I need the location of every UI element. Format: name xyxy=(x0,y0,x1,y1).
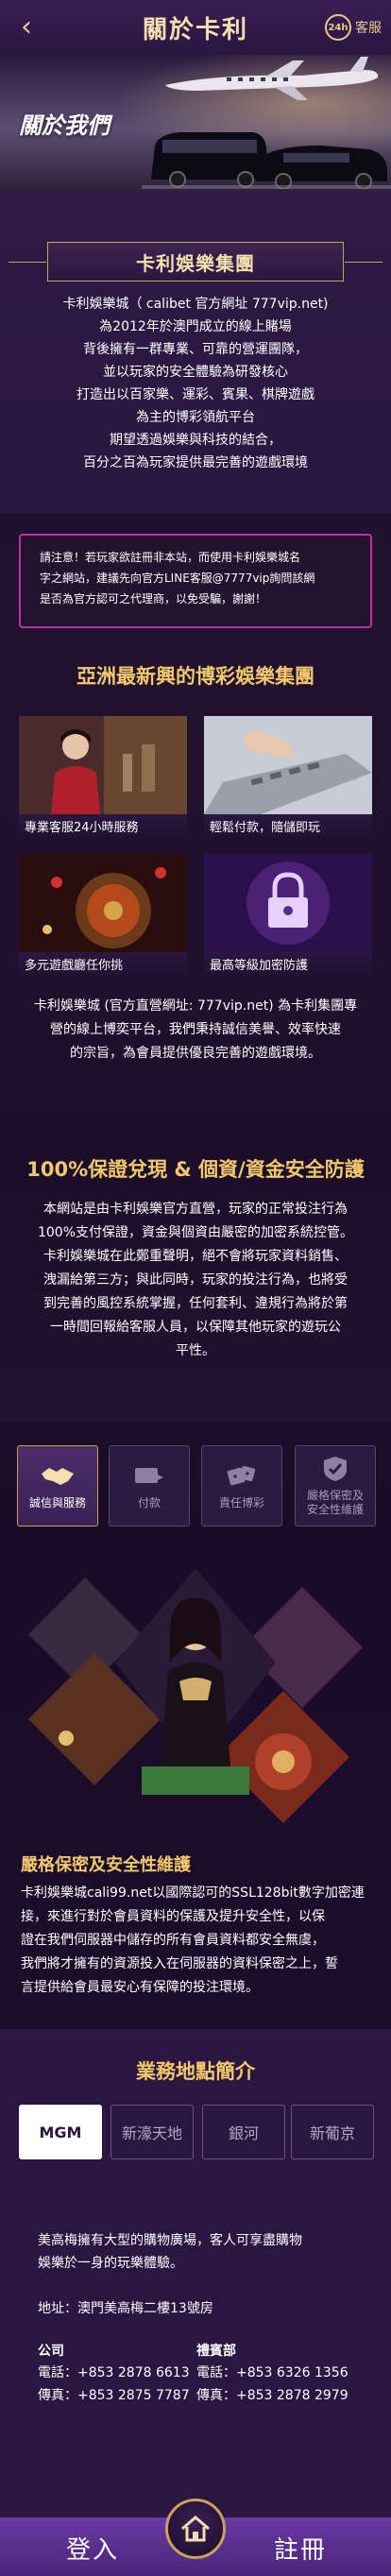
confidentiality-text: 卡利娛樂城cali99.net以國際認可的SSL128bit數字加密連 接，來進… xyxy=(21,1882,372,2000)
intro-line: 並以玩家的安全體驗為研發核心 xyxy=(103,365,288,380)
top-header: ‹ 關於卡利 24h 客服 xyxy=(0,0,391,55)
security-line: 平性。 xyxy=(176,1343,215,1358)
security-line: 洩漏給第三方；與此同時，玩家的投注行為，也將受 xyxy=(43,1272,348,1288)
confidentiality-line: 卡利娛樂城cali99.net以國際認可的SSL128bit數字加密連 xyxy=(21,1885,365,1901)
confidentiality-line: 證在我們伺服器中儲存的所有會員資料都安全無虞， xyxy=(21,1933,325,1948)
tab-label: 嚴格保密及 安全性維護 xyxy=(306,1489,364,1516)
feature-label: 最高等級加密防護 xyxy=(204,952,372,981)
location-tab-mgm[interactable]: MGM xyxy=(19,2105,102,2159)
casino-collage-image xyxy=(28,1568,363,1823)
24h-service-icon: 24h xyxy=(325,14,351,41)
asia-line: 的宗旨，為會員提供優良完善的遊戲環境。 xyxy=(70,1046,321,1061)
location-tab-grand-lisboa[interactable]: 新葡京 xyxy=(291,2105,374,2159)
security-line: 卡利娛樂城在此鄭重聲明，絕不會將玩家資料銷售、 xyxy=(43,1249,348,1264)
intro-line: 卡利娛樂城（ calibet 官方網址 777vip.net) xyxy=(62,297,329,312)
feature-card-encryption: 最高等級加密防護 xyxy=(204,854,372,981)
asia-description: 卡利娛樂城 (官方直營網址: 777vip.net) 為卡利集團專 營的線上博奕… xyxy=(26,995,365,1066)
tab-responsible-gaming[interactable]: 責任博彩 xyxy=(201,1445,282,1527)
security-line: 到完善的風控系統掌握，任何套利、違規行為將於第 xyxy=(43,1296,348,1311)
register-button[interactable]: 註冊 xyxy=(274,2531,327,2566)
notice-line: 請注意！若玩家欲註冊非本站，而使用卡利娛樂城名 xyxy=(40,551,301,564)
security-title: 100%保證兌現 & 個資/資金安全防護 xyxy=(26,1158,365,1181)
dice-icon xyxy=(224,1462,260,1491)
customer-service-button[interactable]: 24h 客服 xyxy=(325,14,382,41)
feature-label: 多元遊戲廳任你挑 xyxy=(19,952,187,981)
limousine-cars-image xyxy=(142,132,391,189)
notice-box: 請注意！若玩家欲註冊非本站，而使用卡利娛樂城名 字之網站，建議先向官方LINE客… xyxy=(19,534,372,628)
asia-line: 營的線上博奕平台，我們秉持誠信美譽、效率快速 xyxy=(50,1022,341,1037)
intro-line: 背後擁有一群專業、可靠的營運團隊， xyxy=(83,342,308,357)
notice-line: 字之網站，建議先向官方LINE客服@7777vip詢問該網 xyxy=(40,571,315,585)
notice-line: 是否為官方認可之代理商，以免受騙，謝謝！ xyxy=(40,592,267,606)
feature-label: 輕鬆付款，隨儲即玩 xyxy=(204,814,372,843)
contact-phone: 電話：+853 6326 1356 xyxy=(196,2365,348,2380)
login-button[interactable]: 登入 xyxy=(66,2531,119,2566)
locations-title: 業務地點簡介 xyxy=(136,2060,255,2083)
security-text: 本網站是由卡利娛樂官方直營，玩家的正常投注行為 100%支付保證，資金與個資由嚴… xyxy=(19,1198,372,1363)
asia-line: 卡利娛樂城 (官方直營網址: 777vip.net) 為卡利集團專 xyxy=(33,998,358,1014)
intro-line: 為主的博彩領航平台 xyxy=(136,410,255,425)
tab-integrity[interactable]: 誠信與服務 xyxy=(17,1445,98,1527)
hero-banner: 關於我們 xyxy=(0,55,391,192)
location-description: 美高梅擁有大型的購物廣場，客人可享盡購物 娛樂於一身的玩樂體驗。 xyxy=(38,2229,359,2275)
intro-line: 打造出以百家樂、運彩、賓果、棋牌遊戲 xyxy=(76,387,314,402)
tab-label: 付款 xyxy=(137,1495,161,1510)
page: ‹ 關於卡利 24h 客服 關於我們 卡利娛樂集團 卡利娛樂城（ calibet… xyxy=(0,0,391,2576)
tab-label: 誠信與服務 xyxy=(28,1495,86,1510)
intro-text: 卡利娛樂城（ calibet 官方網址 777vip.net) 為2012年於澳… xyxy=(38,293,353,474)
location-tab-city-of-dreams[interactable]: 新濠天地 xyxy=(110,2105,194,2159)
tab-payment[interactable]: 付款 xyxy=(109,1445,190,1527)
payment-icon xyxy=(131,1462,167,1491)
security-line: 本網站是由卡利娛樂官方直營，玩家的正常投注行為 xyxy=(43,1202,348,1217)
intro-line: 期望透過娛樂與科技的結合， xyxy=(110,433,281,448)
confidentiality-line: 言提供給會員最安心有保障的投注環境。 xyxy=(21,1980,259,1995)
service-label: 客服 xyxy=(355,21,382,36)
location-tab-galaxy[interactable]: 銀河 xyxy=(202,2105,285,2159)
hero-title: 關於我們 xyxy=(19,112,110,139)
private-jet-image xyxy=(165,57,379,100)
confidentiality-line: 我們將才擁有的資源投入在伺服器的資料保密之上，誓 xyxy=(21,1956,338,1971)
locations-section xyxy=(0,2029,391,2520)
contact-fax: 傳真：+853 2878 2979 xyxy=(196,2388,348,2403)
intro-line: 為2012年於澳門成立的線上賭場 xyxy=(99,319,292,334)
confidentiality-line: 接，來進行對於會員資料的保護及提升安全性，以保 xyxy=(21,1909,325,1924)
company-contact: 公司 電話：+853 2878 6613 傳真：+853 2875 7787 xyxy=(38,2341,190,2407)
shield-check-icon xyxy=(317,1455,353,1483)
location-line: 娛樂於一身的玩樂體驗。 xyxy=(38,2256,183,2271)
vip-contact: 禮賓部 電話：+853 6326 1356 傳真：+853 2878 2979 xyxy=(196,2341,348,2407)
info-tabs: 誠信與服務 付款 責任博彩 嚴格保密及 安全性維護 xyxy=(17,1445,376,1530)
contact-heading: 公司 xyxy=(38,2344,64,2359)
location-line: 美高梅擁有大型的購物廣場，客人可享盡購物 xyxy=(38,2233,302,2248)
contact-fax: 傳真：+853 2875 7787 xyxy=(38,2388,190,2403)
security-line: 100%支付保證，資金與個資由嚴密的加密系統控管。 xyxy=(37,1225,354,1240)
intro-line: 百分之百為玩家提供最完善的遊戲環境 xyxy=(83,455,308,470)
laptop-payment-image xyxy=(204,716,372,814)
tab-confidentiality[interactable]: 嚴格保密及 安全性維護 xyxy=(295,1445,376,1527)
home-icon[interactable] xyxy=(165,2499,226,2559)
chevron-left-icon[interactable]: ‹ xyxy=(21,11,47,43)
contact-phone: 電話：+853 2878 6613 xyxy=(38,2365,190,2380)
intro-heading: 卡利娛樂集團 xyxy=(8,242,382,281)
security-line: 一時間回報給客服人員，以保障其他玩家的遊玩公 xyxy=(50,1320,341,1335)
page-title: 關於卡利 xyxy=(142,15,248,44)
security-lock-image xyxy=(204,854,372,952)
customer-service-image xyxy=(19,716,187,814)
feature-label: 專業客服24小時服務 xyxy=(19,814,187,843)
handshake-icon xyxy=(40,1462,76,1491)
location-address: 地址：澳門美高梅二樓13號房 xyxy=(38,2301,213,2316)
casino-table-image xyxy=(19,854,187,952)
feature-card-games: 多元遊戲廳任你挑 xyxy=(19,854,187,981)
feature-card-payment: 輕鬆付款，隨儲即玩 xyxy=(204,716,372,843)
feature-card-service: 專業客服24小時服務 xyxy=(19,716,187,843)
contact-heading: 禮賓部 xyxy=(196,2344,236,2359)
confidentiality-title: 嚴格保密及安全性維護 xyxy=(21,1855,191,1875)
tab-label: 責任博彩 xyxy=(218,1495,264,1510)
asia-title: 亞洲最新興的博彩娛樂集團 xyxy=(76,665,314,688)
